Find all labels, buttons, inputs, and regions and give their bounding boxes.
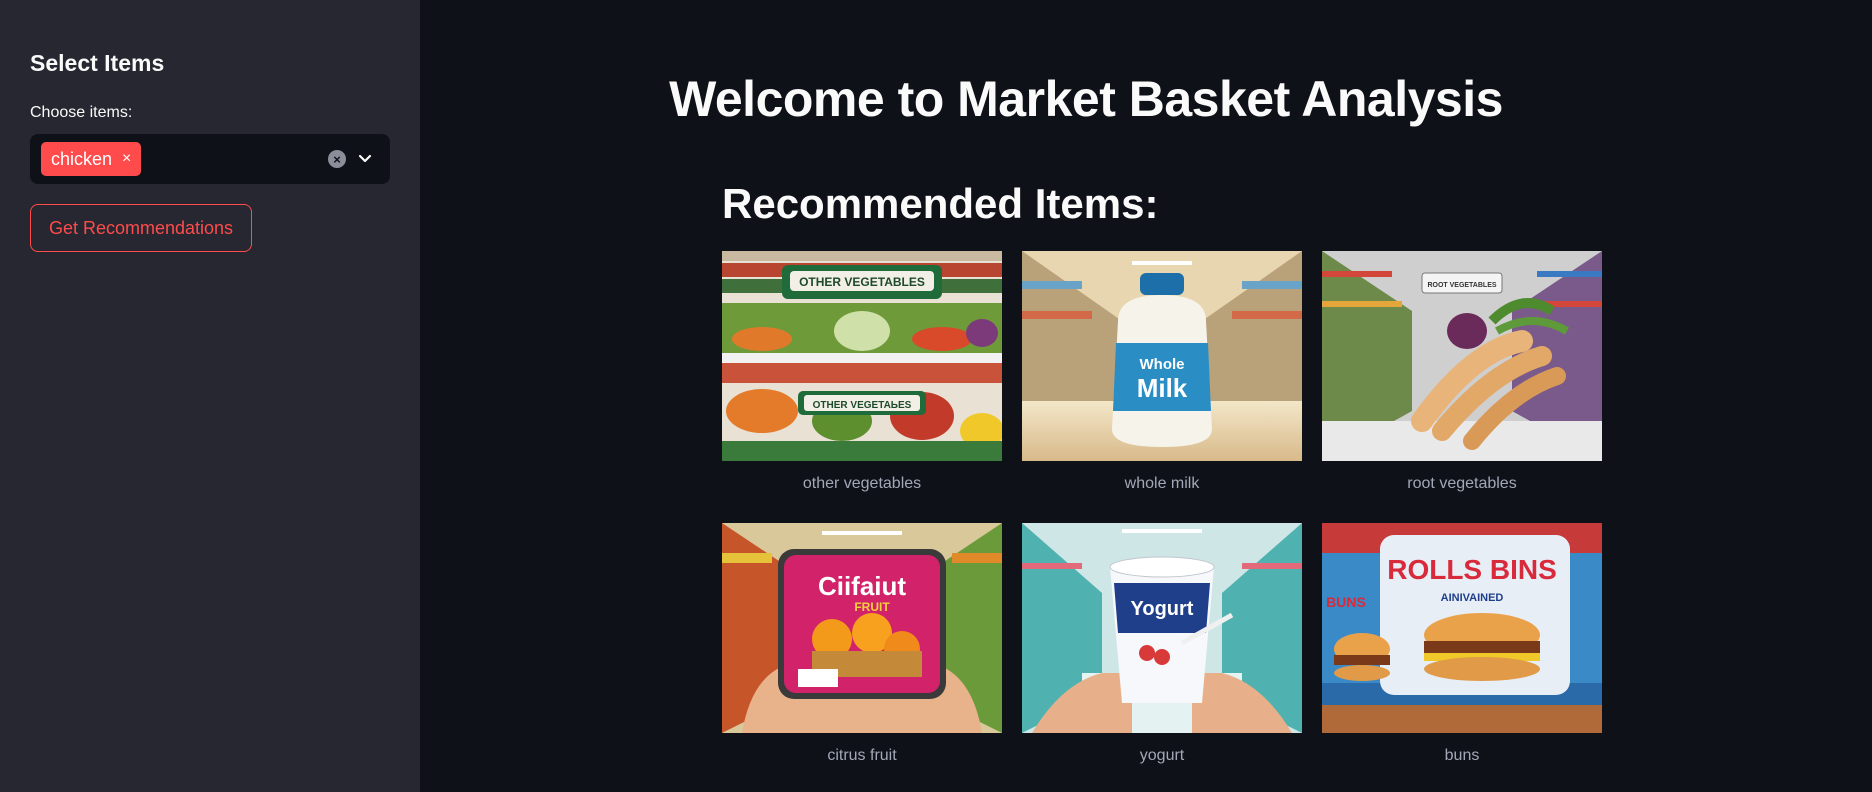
svg-text:Whole: Whole (1140, 356, 1185, 373)
recommendation-caption: root vegetables (1407, 475, 1517, 492)
chevron-down-icon[interactable] (354, 148, 376, 170)
svg-text:OTHER VEGETAЬES: OTHER VEGETAЬES (813, 400, 912, 411)
other-vegetables-image: OTHER VEGETABLES OTHER VEGETAЬES (722, 251, 1002, 461)
yogurt-image: Yogurt (1022, 523, 1302, 733)
chip-remove-icon[interactable]: × (122, 151, 131, 167)
recommendation-card: OTHER VEGETABLES OTHER VEGETAЬES other v… (722, 251, 1002, 495)
recommendation-caption: buns (1444, 747, 1480, 764)
svg-text:OTHER VEGETABLES: OTHER VEGETABLES (799, 275, 925, 289)
recommendation-caption: other vegetables (802, 475, 922, 492)
get-recommendations-button[interactable]: Get Recommendations (30, 204, 252, 252)
recommendation-caption: citrus fruit (827, 747, 897, 764)
sidebar: Select Items Choose items: chicken × × G… (0, 0, 420, 792)
svg-text:BUNS: BUNS (1326, 594, 1366, 610)
svg-text:ROLLS BINS: ROLLS BINS (1387, 554, 1557, 585)
selected-item-chip[interactable]: chicken × (41, 142, 142, 176)
svg-text:FRUIT: FRUIT (854, 600, 890, 614)
chip-label: chicken (51, 148, 113, 169)
svg-text:AINIVAINED: AINIVAINED (1441, 592, 1504, 604)
recommendation-card: Yogurt yogurt (1022, 523, 1302, 767)
items-multiselect[interactable]: chicken × × (30, 134, 390, 184)
recommendation-card: Ciifaiut FRUIT citrus fruit (722, 523, 1002, 767)
svg-text:Yogurt: Yogurt (1131, 598, 1194, 620)
citrus-fruit-image: Ciifaiut FRUIT (722, 523, 1002, 733)
recommended-heading: Recommended Items: (722, 180, 1159, 227)
buns-image: ROLLS BINS AINIVAINED BUNS (1322, 523, 1602, 733)
recommendation-card: ROOT VEGETABLES root vegetables (1322, 251, 1602, 495)
page-title: Welcome to Market Basket Analysis (669, 71, 1503, 127)
recommendation-caption: yogurt (1139, 747, 1185, 764)
svg-text:ROOT VEGETABLES: ROOT VEGETABLES (1427, 282, 1496, 289)
svg-text:Ciifaiut: Ciifaiut (818, 571, 906, 601)
whole-milk-image: Whole Milk (1022, 251, 1302, 461)
recommendation-grid: OTHER VEGETABLES OTHER VEGETAЬES other v… (722, 251, 1602, 767)
choose-items-label: Choose items: (30, 104, 133, 121)
svg-text:Milk: Milk (1137, 373, 1188, 403)
recommendation-card: Whole Milk whole milk (1022, 251, 1302, 495)
recommendation-card: ROLLS BINS AINIVAINED BUNS buns (1322, 523, 1602, 767)
recommendation-caption: whole milk (1124, 475, 1200, 492)
root-vegetables-image: ROOT VEGETABLES (1322, 251, 1602, 461)
clear-selection-icon[interactable]: × (328, 150, 346, 168)
sidebar-title: Select Items (30, 50, 165, 76)
